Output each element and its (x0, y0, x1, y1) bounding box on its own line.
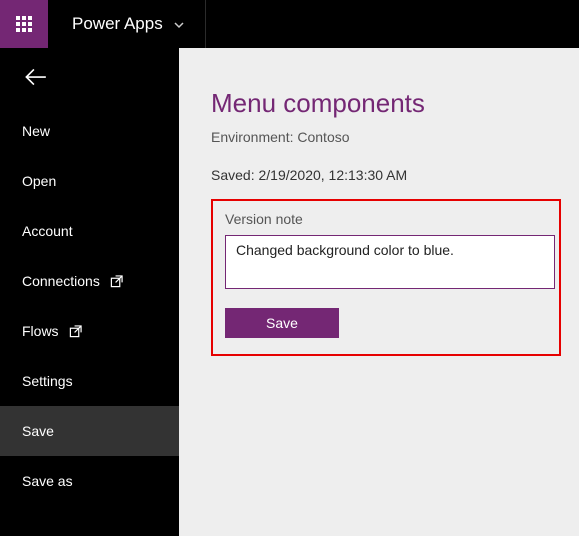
sidebar-item-label: New (22, 123, 50, 139)
version-note-label: Version note (225, 211, 537, 227)
sidebar-item-account[interactable]: Account (0, 206, 179, 256)
version-note-section: Version note Save (211, 199, 561, 356)
back-arrow-icon (22, 64, 48, 90)
back-button[interactable] (0, 48, 179, 106)
saved-line: Saved: 2/19/2020, 12:13:30 AM (211, 167, 579, 183)
external-link-icon (69, 325, 82, 338)
environment-label: Environment: (211, 129, 297, 145)
sidebar-item-save[interactable]: Save (0, 406, 179, 456)
external-link-icon (110, 275, 123, 288)
sidebar-item-save-as[interactable]: Save as (0, 456, 179, 506)
sidebar-item-settings[interactable]: Settings (0, 356, 179, 406)
waffle-icon (16, 16, 32, 32)
app-launcher-button[interactable] (0, 0, 48, 48)
environment-value: Contoso (297, 129, 349, 145)
sidebar-item-label: Save as (22, 473, 73, 489)
chevron-down-icon (173, 18, 185, 30)
save-button[interactable]: Save (225, 308, 339, 338)
sidebar-item-label: Open (22, 173, 56, 189)
page-title: Menu components (211, 88, 579, 119)
sidebar-item-new[interactable]: New (0, 106, 179, 156)
environment-line: Environment: Contoso (211, 129, 579, 145)
saved-timestamp: 2/19/2020, 12:13:30 AM (258, 167, 407, 183)
version-note-input[interactable] (225, 235, 555, 289)
sidebar-item-label: Account (22, 223, 73, 239)
saved-label: Saved: (211, 167, 258, 183)
sidebar-item-label: Settings (22, 373, 73, 389)
app-brand[interactable]: Power Apps (48, 0, 206, 48)
sidebar-item-label: Flows (22, 323, 59, 339)
app-name: Power Apps (72, 14, 163, 34)
sidebar-nav: New Open Account Connections Flows (0, 48, 179, 536)
sidebar-item-flows[interactable]: Flows (0, 306, 179, 356)
content-pane: Menu components Environment: Contoso Sav… (179, 48, 579, 536)
sidebar-item-connections[interactable]: Connections (0, 256, 179, 306)
app-header: Power Apps (0, 0, 579, 48)
sidebar-item-label: Save (22, 423, 54, 439)
sidebar-item-label: Connections (22, 273, 100, 289)
sidebar-item-open[interactable]: Open (0, 156, 179, 206)
